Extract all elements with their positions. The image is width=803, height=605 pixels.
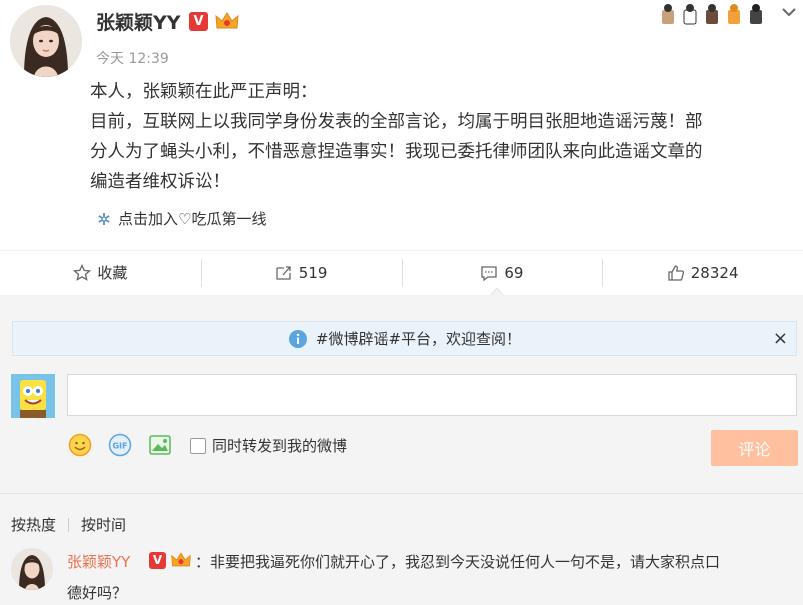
rumor-notice-banner: #微博辟谣#平台，欢迎查阅！ × [12,321,797,356]
topic-link-label: 点击加入♡吃瓜第一线 [118,210,267,228]
comment-text-continued: 德好吗？ [67,584,128,602]
repost-checkbox-label: 同时转发到我的微博 [212,437,348,455]
info-icon [288,329,307,348]
checkbox-box[interactable] [190,437,206,454]
vip-crown-icon [215,12,239,29]
my-avatar[interactable] [11,374,55,418]
fan-badge-icon [728,4,740,24]
sort-by-hot-tab[interactable]: 按热度 [11,514,56,535]
like-count: 28324 [690,263,739,282]
svg-text:GIF: GIF [112,442,127,451]
repost-count: 519 [298,263,328,282]
chevron-down-icon[interactable] [780,4,798,20]
fan-badge-icon [683,4,697,25]
fan-badge-icon [662,4,674,24]
image-icon[interactable] [148,433,172,457]
repost-checkbox[interactable]: 同时转发到我的微博 [190,435,347,456]
star-icon [73,263,92,281]
vip-crown-icon [171,552,191,567]
post-action-bar: 收藏 519 69 28324 [0,250,803,294]
topic-link[interactable]: 点击加入♡吃瓜第一线 [96,208,266,229]
sort-tabs: 按热度 按时间 [11,514,126,535]
weibo-post: 张颖颖YY V 今天 12:39 本人，张颖颖在此严正声明： 目前，互联网上以我… [0,0,803,250]
post-line: 目前，互联网上以我同学身份发表的全部言论，均属于明目张胆地造谣污蔑！部 [90,112,703,132]
repost-button[interactable]: 519 [200,251,402,294]
commenter-avatar[interactable] [11,548,53,590]
divider [68,517,70,532]
favorite-label: 收藏 [97,264,128,282]
author-avatar[interactable] [10,5,82,77]
post-line: 本人，张颖颖在此严正声明： [90,82,318,102]
post-time: 今天 12:39 [96,51,169,67]
repost-icon [276,265,291,280]
fan-badges [658,2,770,26]
author-name[interactable]: 张颖颖YY [96,8,181,35]
comment-count: 69 [504,263,524,282]
divider [0,493,803,494]
emoji-icon[interactable] [68,433,92,457]
comment-text: ：非要把我逼死你们就开心了，我忍到今天没说任何人一句不是，请大家积点口 [195,553,721,571]
sort-by-time-tab[interactable]: 按时间 [81,514,126,535]
asterisk-icon [98,212,110,225]
post-line: 编造者维权诉讼！ [90,172,230,192]
verified-badge-icon: V [149,552,166,569]
thumbs-up-icon [668,264,684,281]
gif-icon[interactable]: GIF [108,433,132,457]
commenter-name[interactable]: 张颖颖YY [67,551,130,572]
submit-comment-button[interactable]: 评论 [711,430,798,466]
notice-text[interactable]: #微博辟谣#平台，欢迎查阅！ [316,328,521,349]
fan-badge-icon [750,4,762,24]
favorite-button[interactable]: 收藏 [0,251,201,294]
close-icon[interactable]: × [773,328,788,349]
comment-icon [481,265,497,281]
comment-input[interactable] [67,374,797,416]
fan-badge-icon [706,4,718,24]
post-line: 分人为了蝇头小利，不惜恶意捏造事实！我现已委托律师团队来向此造谣文章的 [90,142,703,162]
comment-section: #微博辟谣#平台，欢迎查阅！ × GIF 同时转发到我的微博 评论 按热度 按时… [0,295,803,605]
post-content: 本人，张颖颖在此严正声明： 目前，互联网上以我同学身份发表的全部言论，均属于明目… [90,77,795,197]
like-button[interactable]: 28324 [602,251,803,294]
verified-badge-icon: V [189,12,208,31]
